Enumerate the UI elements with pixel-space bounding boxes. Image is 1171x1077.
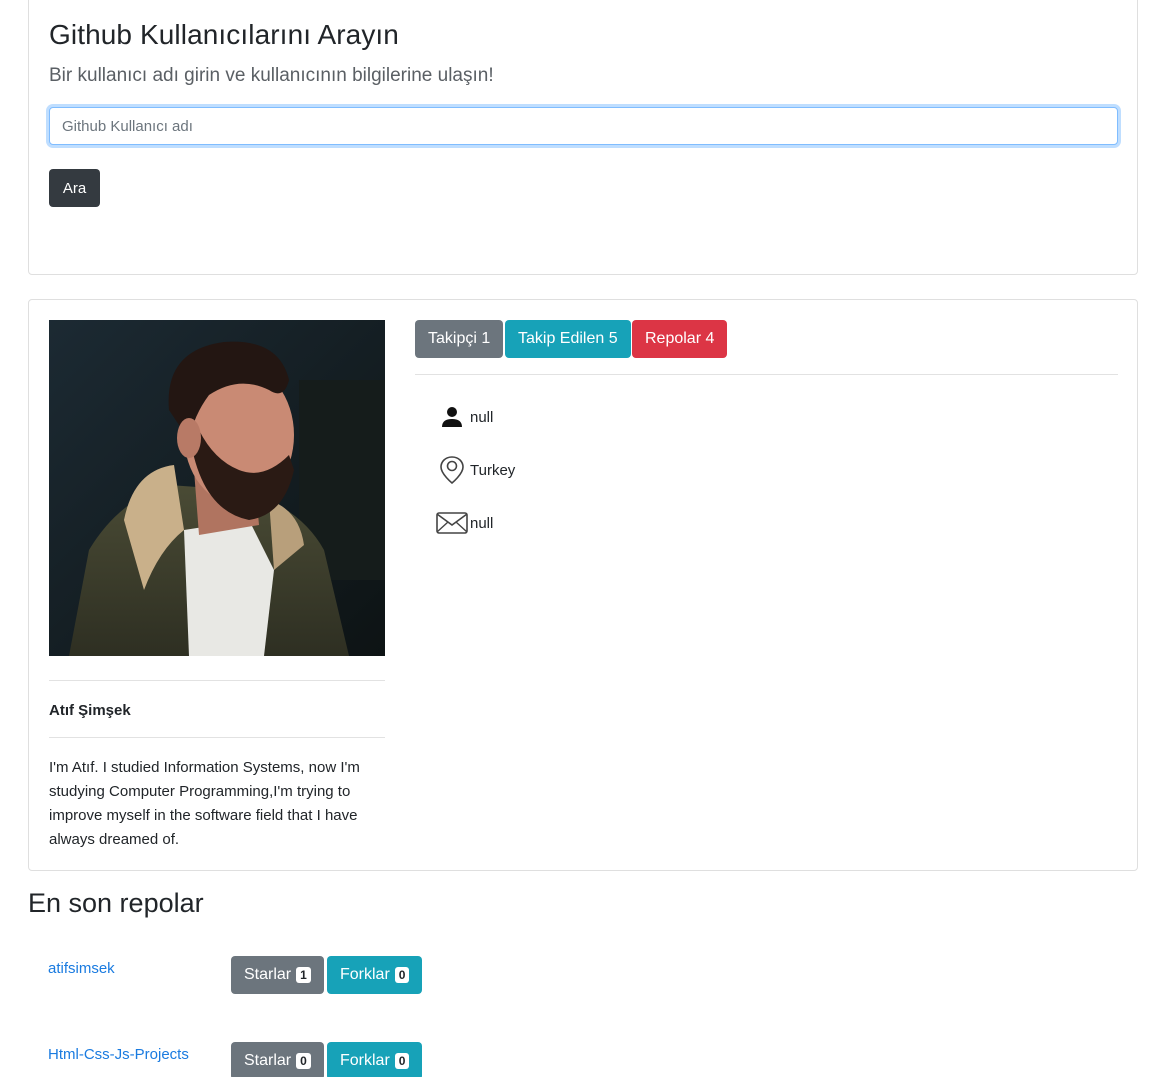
profile-bio: I'm Atıf. I studied Information Systems,… (49, 759, 360, 848)
avatar-photo (49, 320, 385, 656)
search-card: Github Kullanıcılarını Arayın Bir kullan… (28, 0, 1138, 275)
forks-label: Forklar (340, 966, 390, 983)
stars-label: Starlar (244, 966, 292, 983)
stars-button[interactable]: Starlar 0 (231, 1042, 324, 1077)
repo-link[interactable]: Html-Css-Js-Projects (48, 1046, 189, 1063)
repos-title: En son repolar (28, 888, 204, 918)
company-row: null (435, 402, 493, 432)
email-value: null (470, 514, 494, 532)
forks-label: Forklar (340, 1052, 390, 1069)
divider (415, 374, 1118, 375)
forks-count-badge: 0 (394, 1053, 410, 1069)
envelope-icon (435, 508, 469, 538)
stars-count-badge: 1 (296, 967, 311, 983)
location-value: Turkey (470, 461, 516, 479)
company-value: null (470, 408, 494, 426)
profile-name: Atıf Şimşek (49, 702, 131, 719)
profile-avatar (49, 320, 385, 656)
search-subtitle: Bir kullanıcı adı girin ve kullanıcının … (49, 65, 494, 86)
search-title: Github Kullanıcılarını Arayın (49, 19, 399, 50)
profile-card: Atıf Şimşek I'm Atıf. I studied Informat… (28, 299, 1138, 871)
email-row: null (435, 508, 493, 538)
search-button[interactable]: Ara (49, 169, 100, 207)
divider (49, 680, 385, 681)
repo-link[interactable]: atifsimsek (48, 960, 115, 977)
forks-button[interactable]: Forklar 0 (327, 956, 423, 994)
search-input[interactable] (49, 107, 1118, 145)
forks-count-badge: 0 (394, 967, 410, 983)
map-pin-icon (435, 455, 469, 485)
following-button[interactable]: Takip Edilen 5 (505, 320, 631, 358)
divider (49, 737, 385, 738)
forks-button[interactable]: Forklar 0 (327, 1042, 423, 1077)
stars-count-badge: 0 (296, 1053, 311, 1069)
location-row: Turkey (435, 455, 515, 485)
stars-label: Starlar (244, 1052, 292, 1069)
person-icon (435, 402, 469, 432)
followers-button[interactable]: Takipçi 1 (415, 320, 504, 358)
stars-button[interactable]: Starlar 1 (231, 956, 324, 994)
repos-button[interactable]: Repolar 4 (632, 320, 728, 358)
